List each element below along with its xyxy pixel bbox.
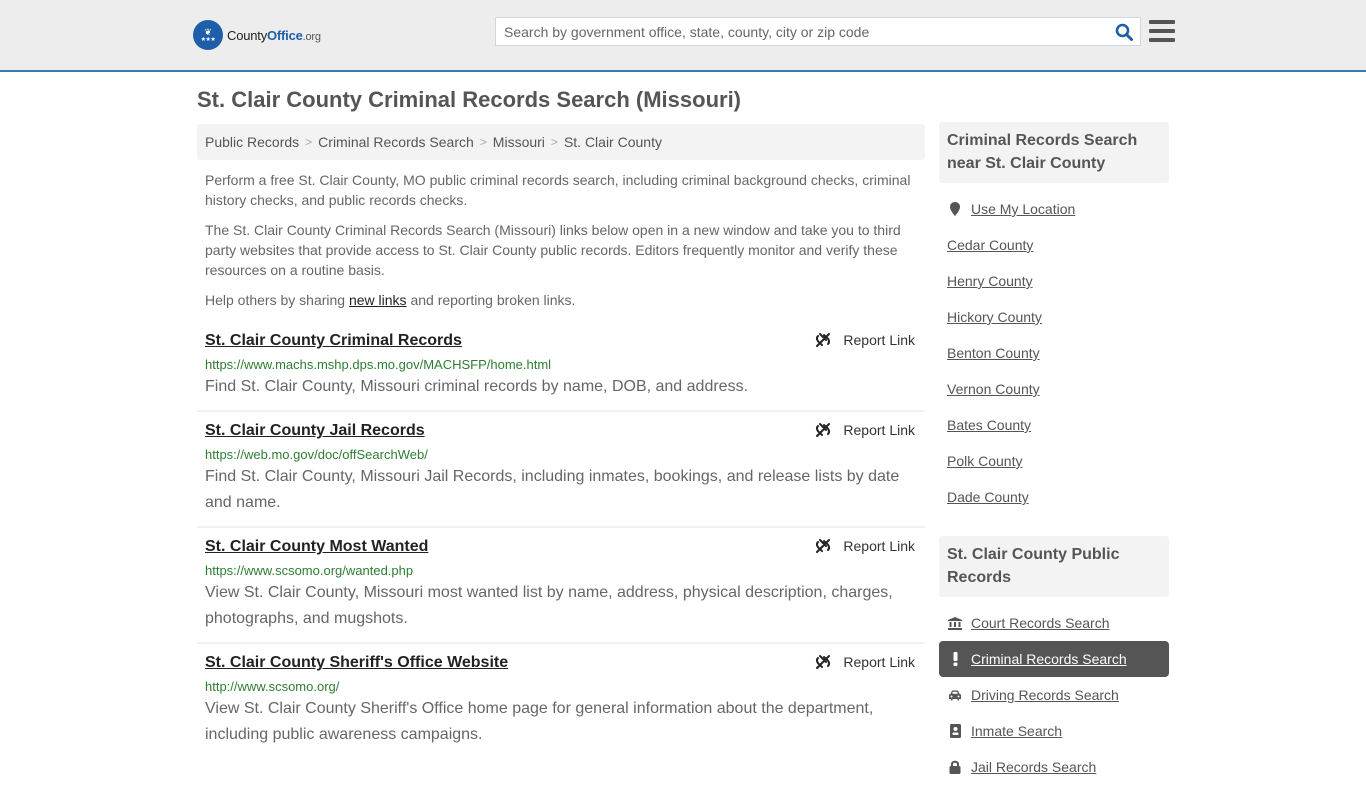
page-title: St. Clair County Criminal Records Search… (197, 87, 742, 112)
result-item: St. Clair County Most Wanted Report Link… (197, 528, 925, 644)
result-item: St. Clair County Sheriff's Office Websit… (197, 644, 925, 758)
sidebar-item-criminal-records[interactable]: Criminal Records Search (939, 641, 1169, 677)
public-records-list: Court Records Search Criminal Records Se… (939, 597, 1169, 785)
county-link-henry[interactable]: Henry County (947, 273, 1033, 289)
use-my-location-link[interactable]: Use My Location (971, 201, 1075, 217)
result-url: https://web.mo.gov/doc/offSearchWeb/ (205, 447, 428, 462)
nearby-county-item[interactable]: Vernon County (939, 371, 1169, 407)
sidebar-item-jail-records[interactable]: Jail Records Search (939, 749, 1169, 785)
nearby-county-item[interactable]: Hickory County (939, 299, 1169, 335)
result-item: St. Clair County Jail Records Report Lin… (197, 412, 925, 528)
breadcrumb-missouri[interactable]: Missouri (493, 134, 545, 150)
site-header: ❦ ★★★ CountyOffice.org (0, 0, 1366, 72)
nearby-county-item[interactable]: Polk County (939, 443, 1169, 479)
result-url: https://www.machs.mshp.dps.mo.gov/MACHSF… (205, 357, 552, 372)
logo[interactable]: ❦ ★★★ CountyOffice.org (193, 20, 321, 50)
nearby-county-item[interactable]: Henry County (939, 263, 1169, 299)
criminal-records-search-link[interactable]: Criminal Records Search (971, 651, 1127, 667)
sidebar-nearby: Criminal Records Search near St. Clair C… (939, 122, 1169, 515)
nearby-counties-list: Use My Location Cedar County Henry Count… (939, 183, 1169, 515)
result-title-link[interactable]: St. Clair County Jail Records (205, 422, 425, 440)
breadcrumb-separator: > (305, 135, 313, 149)
hamburger-menu-icon[interactable] (1149, 20, 1175, 42)
county-link-dade[interactable]: Dade County (947, 489, 1029, 505)
result-url: http://www.scsomo.org/ (205, 679, 340, 694)
report-link-button[interactable]: Report Link (815, 332, 915, 348)
sidebar-nearby-title: Criminal Records Search near St. Clair C… (939, 122, 1169, 183)
sidebar-item-court-records[interactable]: Court Records Search (939, 605, 1169, 641)
nearby-county-item[interactable]: Benton County (939, 335, 1169, 371)
car-icon (947, 689, 963, 701)
search-icon (1115, 23, 1133, 41)
county-link-polk[interactable]: Polk County (947, 453, 1022, 469)
sidebar-item-inmate-search[interactable]: Inmate Search (939, 713, 1169, 749)
sidebar-public-records-title: St. Clair County Public Records (939, 536, 1169, 597)
broken-link-icon (816, 655, 831, 669)
nearby-county-item[interactable]: Dade County (939, 479, 1169, 515)
county-link-cedar[interactable]: Cedar County (947, 237, 1033, 253)
breadcrumb-separator: > (550, 135, 558, 149)
result-description: Find St. Clair County, Missouri criminal… (205, 378, 749, 395)
broken-link-icon (816, 539, 831, 553)
result-description: View St. Clair County, Missouri most wan… (205, 584, 893, 627)
broken-link-icon (816, 333, 831, 347)
breadcrumb-separator: > (479, 135, 487, 149)
breadcrumb-st-clair-county[interactable]: St. Clair County (564, 134, 662, 150)
intro-paragraph-3: Help others by sharing new links and rep… (205, 292, 576, 308)
map-marker-icon (947, 202, 963, 216)
court-records-search-link[interactable]: Court Records Search (971, 615, 1110, 631)
search-input[interactable] (496, 18, 1108, 45)
intro-paragraph-1: Perform a free St. Clair County, MO publ… (205, 172, 911, 208)
search-box (495, 17, 1141, 46)
result-description: View St. Clair County Sheriff's Office h… (205, 700, 874, 743)
result-title-link[interactable]: St. Clair County Criminal Records (205, 332, 462, 350)
county-link-vernon[interactable]: Vernon County (947, 381, 1040, 397)
sidebar-public-records: St. Clair County Public Records Court Re… (939, 536, 1169, 785)
use-my-location-item[interactable]: Use My Location (939, 191, 1169, 227)
logo-eagle-icon: ❦ ★★★ (193, 20, 223, 50)
report-link-button[interactable]: Report Link (815, 422, 915, 438)
report-link-button[interactable]: Report Link (815, 654, 915, 670)
search-button[interactable] (1108, 18, 1140, 45)
breadcrumb-criminal-records-search[interactable]: Criminal Records Search (318, 134, 474, 150)
new-links-link[interactable]: new links (349, 292, 407, 308)
results-list: St. Clair County Criminal Records Report… (197, 322, 925, 758)
id-badge-icon (947, 724, 963, 738)
intro-text: Perform a free St. Clair County, MO publ… (205, 170, 920, 320)
courthouse-icon (947, 616, 963, 630)
jail-records-search-link[interactable]: Jail Records Search (971, 759, 1096, 775)
result-title-link[interactable]: St. Clair County Most Wanted (205, 538, 428, 556)
report-link-button[interactable]: Report Link (815, 538, 915, 554)
breadcrumb: Public Records > Criminal Records Search… (197, 124, 925, 160)
county-link-benton[interactable]: Benton County (947, 345, 1040, 361)
breadcrumb-public-records[interactable]: Public Records (205, 134, 299, 150)
intro-paragraph-2: The St. Clair County Criminal Records Se… (205, 222, 901, 278)
result-url: https://www.scsomo.org/wanted.php (205, 563, 414, 578)
logo-text: CountyOffice.org (227, 27, 321, 43)
inmate-search-link[interactable]: Inmate Search (971, 723, 1062, 739)
nearby-county-item[interactable]: Bates County (939, 407, 1169, 443)
county-link-bates[interactable]: Bates County (947, 417, 1031, 433)
broken-link-icon (816, 423, 831, 437)
result-description: Find St. Clair County, Missouri Jail Rec… (205, 468, 900, 511)
lock-icon (947, 760, 963, 774)
result-item: St. Clair County Criminal Records Report… (197, 322, 925, 412)
sidebar-item-driving-records[interactable]: Driving Records Search (939, 677, 1169, 713)
result-title-link[interactable]: St. Clair County Sheriff's Office Websit… (205, 654, 508, 672)
driving-records-search-link[interactable]: Driving Records Search (971, 687, 1119, 703)
exclamation-icon (947, 652, 963, 666)
nearby-county-item[interactable]: Cedar County (939, 227, 1169, 263)
county-link-hickory[interactable]: Hickory County (947, 309, 1042, 325)
